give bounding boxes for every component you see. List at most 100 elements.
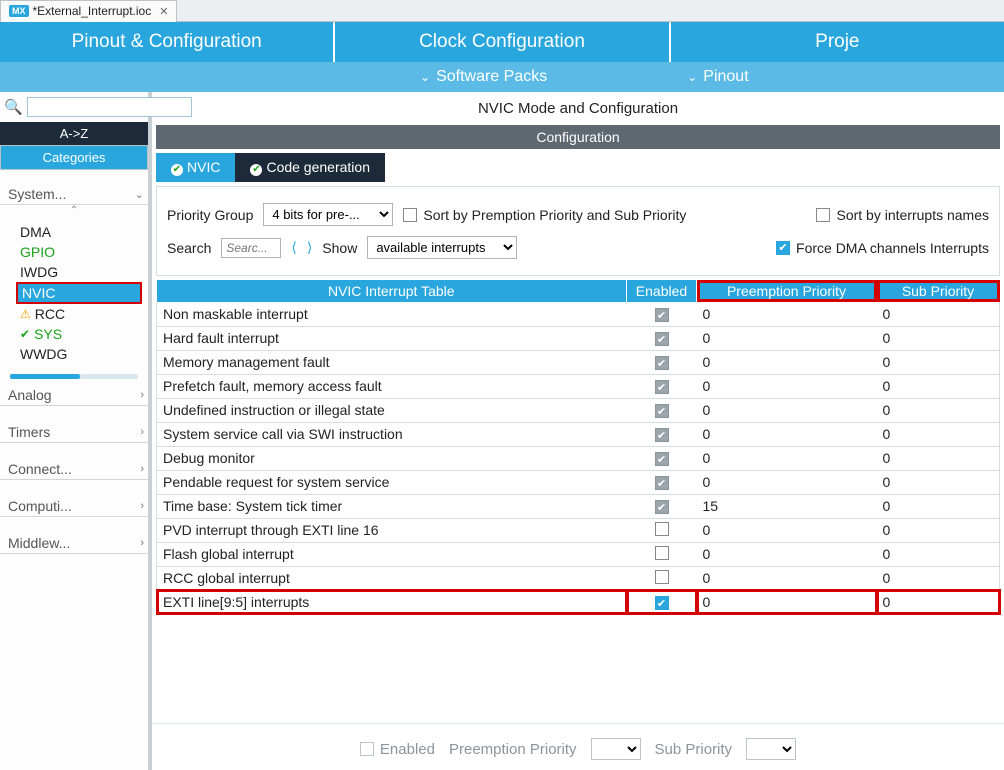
col-preemption[interactable]: Preemption Priority [697,280,877,302]
checkbox-icon[interactable]: ✔ [655,596,669,610]
sidebar-scrollbar[interactable] [10,374,138,379]
table-row[interactable]: Pendable request for system service✔00 [157,470,1000,494]
cell-preemption[interactable]: 0 [697,518,877,542]
cell-sub[interactable]: 0 [877,374,1000,398]
cell-preemption[interactable]: 0 [697,350,877,374]
cell-sub[interactable]: 0 [877,398,1000,422]
footer-enabled-checkbox[interactable]: Enabled [360,741,435,758]
group-connect[interactable]: Connect... › [0,455,148,480]
search-next-icon[interactable]: ⟩ [307,239,312,256]
footer-sub-select[interactable] [746,738,796,760]
cell-preemption[interactable]: 0 [697,566,877,590]
cell-enabled[interactable]: ✔ [627,470,697,494]
tab-pinout[interactable]: Pinout & Configuration [0,22,335,62]
cell-enabled[interactable]: ✔ [627,590,697,614]
table-row[interactable]: Undefined instruction or illegal state✔0… [157,398,1000,422]
checkbox-icon[interactable]: ✔ [655,500,669,514]
cell-sub[interactable]: 0 [877,302,1000,326]
group-system[interactable]: System... ⌄ [0,180,148,205]
cell-sub[interactable]: 0 [877,422,1000,446]
cell-preemption[interactable]: 0 [697,374,877,398]
group-middleware[interactable]: Middlew... › [0,529,148,554]
sidebar-item-wwdg[interactable]: WWDG [20,344,148,364]
software-packs-menu[interactable]: ⌄ Software Packs [420,62,547,92]
cell-sub[interactable]: 0 [877,326,1000,350]
sort-az-button[interactable]: A->Z [0,122,148,145]
categories-button[interactable]: Categories [0,145,148,170]
sort-names-checkbox[interactable]: Sort by interrupts names [816,207,989,223]
cell-enabled[interactable]: ✔ [627,374,697,398]
cell-enabled[interactable] [627,518,697,542]
table-row[interactable]: System service call via SWI instruction✔… [157,422,1000,446]
search-input[interactable] [221,238,281,258]
cell-preemption[interactable]: 0 [697,446,877,470]
pinout-menu[interactable]: ⌄ Pinout [687,62,748,92]
cell-enabled[interactable]: ✔ [627,422,697,446]
cell-preemption[interactable]: 0 [697,398,877,422]
cell-preemption[interactable]: 0 [697,302,877,326]
cell-sub[interactable]: 0 [877,590,1000,614]
table-row[interactable]: Hard fault interrupt✔00 [157,326,1000,350]
tab-nvic[interactable]: ✔NVIC [156,153,235,182]
search-icon[interactable]: 🔍 [4,98,23,116]
table-row[interactable]: PVD interrupt through EXTI line 1600 [157,518,1000,542]
tab-codegen[interactable]: ✔Code generation [235,153,385,182]
cell-sub[interactable]: 0 [877,446,1000,470]
cell-enabled[interactable]: ✔ [627,302,697,326]
force-dma-checkbox[interactable]: ✔Force DMA channels Interrupts [776,240,989,256]
priority-group-select[interactable]: 4 bits for pre-... [263,203,393,226]
cell-preemption[interactable]: 0 [697,470,877,494]
cell-preemption[interactable]: 0 [697,422,877,446]
table-row[interactable]: RCC global interrupt00 [157,566,1000,590]
cell-preemption[interactable]: 0 [697,542,877,566]
table-row[interactable]: Flash global interrupt00 [157,542,1000,566]
checkbox-icon[interactable]: ✔ [655,308,669,322]
tab-project[interactable]: Proje [671,22,1004,62]
cell-sub[interactable]: 0 [877,518,1000,542]
col-sub[interactable]: Sub Priority [877,280,1000,302]
group-timers[interactable]: Timers › [0,418,148,443]
table-row[interactable]: Time base: System tick timer✔150 [157,494,1000,518]
cell-enabled[interactable] [627,566,697,590]
cell-sub[interactable]: 0 [877,470,1000,494]
cell-sub[interactable]: 0 [877,494,1000,518]
checkbox-icon[interactable] [655,522,669,536]
sidebar-item-gpio[interactable]: GPIO [20,242,148,262]
table-row[interactable]: Prefetch fault, memory access fault✔00 [157,374,1000,398]
checkbox-icon[interactable] [655,546,669,560]
sidebar-item-sys[interactable]: ✔SYS [20,324,148,344]
sidebar-item-nvic[interactable]: NVIC [16,282,142,304]
cell-enabled[interactable] [627,542,697,566]
close-icon[interactable]: ✕ [159,5,168,18]
cell-sub[interactable]: 0 [877,350,1000,374]
sidebar-item-rcc[interactable]: ⚠RCC [20,304,148,324]
cell-enabled[interactable]: ✔ [627,326,697,350]
sidebar-item-dma[interactable]: DMA [20,222,148,242]
table-row[interactable]: Debug monitor✔00 [157,446,1000,470]
checkbox-icon[interactable]: ✔ [655,404,669,418]
group-analog[interactable]: Analog › [0,381,148,406]
checkbox-icon[interactable]: ✔ [655,476,669,490]
show-select[interactable]: available interrupts [367,236,517,259]
collapse-icon[interactable]: ⌃ [0,205,148,216]
table-row[interactable]: Non maskable interrupt✔00 [157,302,1000,326]
cell-enabled[interactable]: ✔ [627,446,697,470]
checkbox-icon[interactable]: ✔ [655,356,669,370]
cell-sub[interactable]: 0 [877,566,1000,590]
checkbox-icon[interactable]: ✔ [655,452,669,466]
col-name[interactable]: NVIC Interrupt Table [157,280,627,302]
tab-clock[interactable]: Clock Configuration [335,22,670,62]
cell-preemption[interactable]: 0 [697,590,877,614]
cell-enabled[interactable]: ✔ [627,350,697,374]
cell-preemption[interactable]: 0 [697,326,877,350]
checkbox-icon[interactable] [655,570,669,584]
search-prev-icon[interactable]: ⟨ [291,239,296,256]
sidebar-item-iwdg[interactable]: IWDG [20,262,148,282]
cell-preemption[interactable]: 15 [697,494,877,518]
file-tab[interactable]: MX *External_Interrupt.ioc ✕ [0,0,177,22]
checkbox-icon[interactable]: ✔ [655,332,669,346]
cell-sub[interactable]: 0 [877,542,1000,566]
group-computing[interactable]: Computi... › [0,492,148,517]
table-row[interactable]: Memory management fault✔00 [157,350,1000,374]
checkbox-icon[interactable]: ✔ [655,428,669,442]
